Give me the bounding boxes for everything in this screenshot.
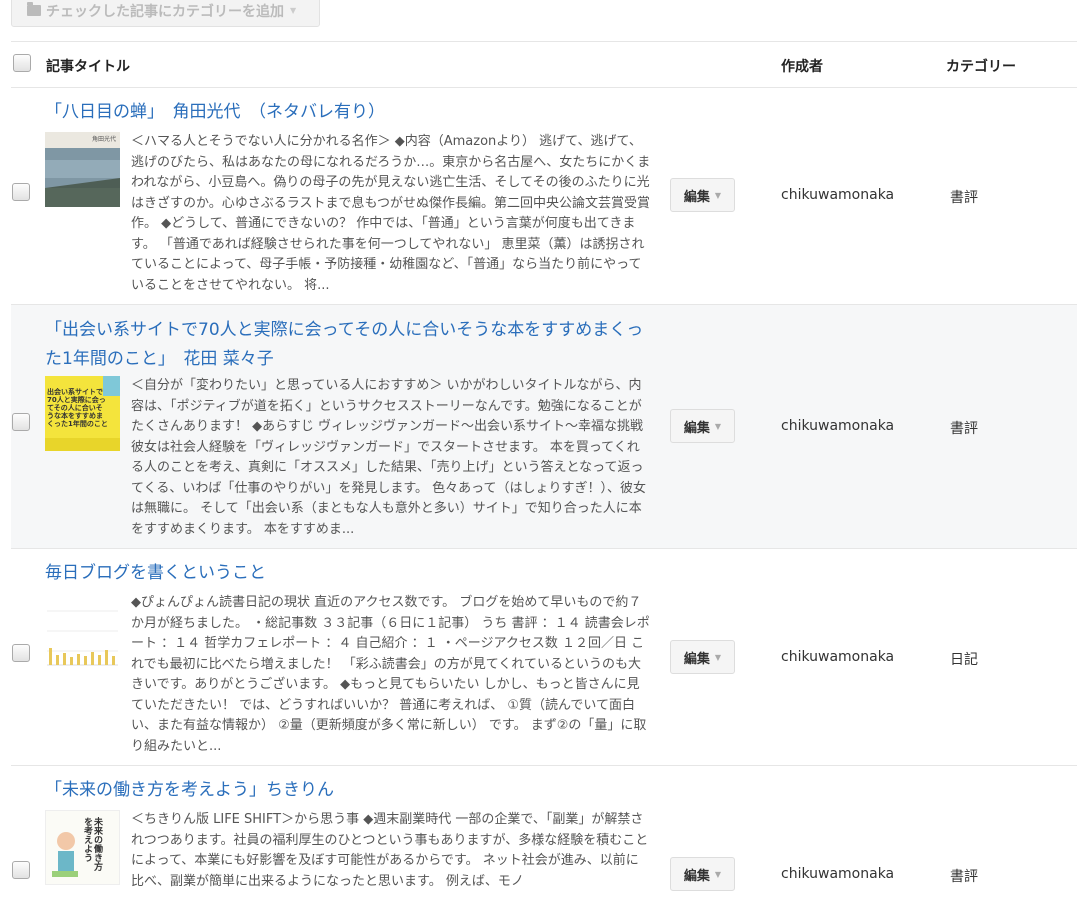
edit-label: 編集 xyxy=(683,868,710,884)
mini-chart-thumbnail xyxy=(45,593,120,668)
edit-button[interactable]: 編集 ▼ xyxy=(670,640,735,674)
column-header-title: 記事タイトル xyxy=(46,59,130,75)
edit-button[interactable]: 編集 ▼ xyxy=(670,178,735,212)
thumbnail-author-text: 角田光代 xyxy=(92,135,116,143)
table-row: 「未来の働き方を考えよう」ちきりん 未来の働き方を考えよう ＜ちきりん版 LIF… xyxy=(11,766,1077,906)
author-name: chikuwamonaka xyxy=(781,866,895,882)
row-checkbox[interactable] xyxy=(12,644,30,662)
folder-icon xyxy=(27,2,41,16)
chevron-down-icon: ▼ xyxy=(714,421,722,431)
article-title-link[interactable]: 「出会い系サイトで70人と実際に会ってその人に合いそうな本をすすめまくった1年間… xyxy=(45,316,655,374)
author-name: chikuwamonaka xyxy=(781,187,895,203)
edit-label: 編集 xyxy=(683,420,710,436)
article-thumbnail: 角田光代 xyxy=(45,132,120,207)
edit-label: 編集 xyxy=(683,189,710,205)
table-row: 毎日ブログを書くということ ◆ぴょんぴょん読書日記の現状 直近のアクセス数です。… xyxy=(11,549,1077,766)
column-header-category: カテゴリー xyxy=(946,59,1016,75)
article-excerpt: ◆ぴょんぴょん読書日記の現状 直近のアクセス数です。 ブログを始めて早いもので約… xyxy=(131,595,650,754)
category-name: 書評 xyxy=(950,421,978,437)
author-name: chikuwamonaka xyxy=(781,418,895,434)
thumbnail-book-title: 未来の働き方を考えよう xyxy=(82,817,102,871)
article-excerpt: ＜ハマる人とそうでない人に分かれる名作＞ ◆内容（Amazonより） 逃げて、逃… xyxy=(131,134,651,293)
table-row: 「出会い系サイトで70人と実際に会ってその人に合いそうな本をすすめまくった1年間… xyxy=(11,305,1077,549)
article-thumbnail: 未来の働き方を考えよう xyxy=(45,810,120,885)
table-row: 「八日目の蝉」 角田光代 （ネタバレ有り） 角田光代 ＜ハマる人とそうでない人に… xyxy=(11,88,1077,305)
article-title-link[interactable]: 「未来の働き方を考えよう」ちきりん xyxy=(45,776,655,804)
chevron-down-icon: ▼ xyxy=(714,869,722,879)
edit-button[interactable]: 編集 ▼ xyxy=(670,409,735,443)
add-category-label: チェックした記事にカテゴリーを追加 xyxy=(46,3,284,20)
chevron-down-icon: ▼ xyxy=(290,6,297,15)
category-name: 書評 xyxy=(950,869,978,885)
row-checkbox[interactable] xyxy=(12,183,30,201)
edit-label: 編集 xyxy=(683,651,710,667)
article-excerpt: ＜ちきりん版 LIFE SHIFT＞から思う事 ◆週末副業時代 一部の企業で、「… xyxy=(131,812,649,889)
table-header: 記事タイトル 作成者 カテゴリー xyxy=(11,41,1077,88)
article-thumbnail xyxy=(45,593,120,668)
select-all-checkbox[interactable] xyxy=(13,54,31,72)
row-checkbox[interactable] xyxy=(12,861,30,879)
category-name: 書評 xyxy=(950,190,978,206)
row-checkbox[interactable] xyxy=(12,413,30,431)
column-header-author: 作成者 xyxy=(781,59,823,75)
article-excerpt: ＜自分が「変わりたい」と思っている人におすすめ＞ いかがわしいタイトルながら、内… xyxy=(131,378,647,537)
author-name: chikuwamonaka xyxy=(781,649,895,665)
category-name: 日記 xyxy=(950,652,978,668)
article-title-link[interactable]: 「八日目の蝉」 角田光代 （ネタバレ有り） xyxy=(45,98,655,126)
article-title-link[interactable]: 毎日ブログを書くということ xyxy=(45,559,655,587)
chevron-down-icon: ▼ xyxy=(714,652,722,662)
add-category-button[interactable]: チェックした記事にカテゴリーを追加 ▼ xyxy=(11,0,320,27)
thumbnail-book-title: 出会い系サイトで70人と実際に会ってその人に合いそうな本をすすめまくった1年間の… xyxy=(47,388,108,428)
chevron-down-icon: ▼ xyxy=(714,190,722,200)
article-thumbnail: 出会い系サイトで70人と実際に会ってその人に合いそうな本をすすめまくった1年間の… xyxy=(45,376,120,451)
